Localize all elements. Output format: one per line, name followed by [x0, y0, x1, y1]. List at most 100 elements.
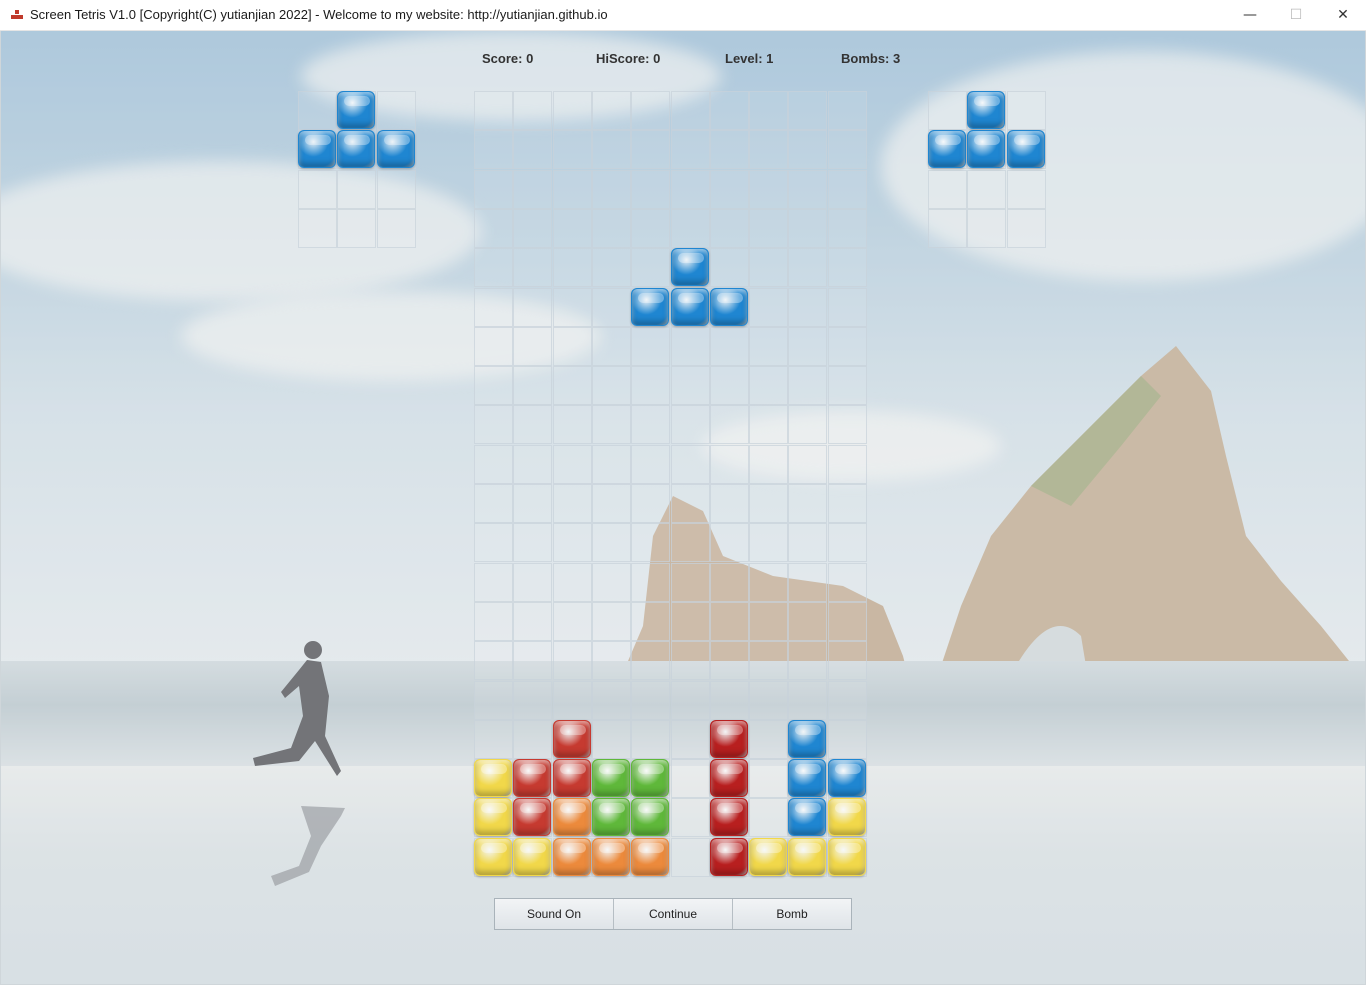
grid-cell — [513, 91, 553, 130]
grid-cell — [709, 405, 749, 445]
grid-cell — [670, 91, 710, 130]
grid-cell — [827, 601, 867, 641]
window-title: Screen Tetris V1.0 [Copyright(C) yutianj… — [30, 7, 608, 22]
grid-cell — [1006, 208, 1046, 248]
preview-block — [298, 130, 336, 169]
grid-cell — [552, 326, 592, 366]
grid-cell — [827, 562, 867, 602]
grid-cell — [631, 405, 671, 445]
grid-cell — [827, 444, 867, 484]
grid-cell — [670, 523, 710, 563]
grid-cell — [631, 326, 671, 366]
grid-cell — [376, 91, 416, 130]
grid-cell — [591, 444, 631, 484]
grid-cell — [513, 680, 553, 720]
close-button[interactable]: ✕ — [1320, 0, 1366, 30]
grid-cell — [474, 405, 513, 445]
bombs-label: Bombs: 3 — [841, 51, 901, 66]
grid-cell — [474, 366, 513, 406]
grid-cell — [552, 680, 592, 720]
grid-cell — [552, 444, 592, 484]
preview-block — [337, 130, 376, 169]
grid-cell — [552, 641, 592, 681]
grid-cell — [749, 562, 789, 602]
grid-cell — [709, 208, 749, 248]
preview-block — [967, 91, 1006, 129]
grid-cell — [631, 641, 671, 681]
tetris-app-icon — [11, 10, 23, 19]
grid-cell — [709, 484, 749, 523]
grid-cell — [827, 130, 867, 170]
preview-block — [376, 130, 415, 169]
grid-cell — [749, 719, 789, 759]
grid-cell — [591, 641, 631, 681]
minimize-button[interactable]: — — [1227, 0, 1273, 30]
grid-cell — [376, 169, 416, 209]
grid-cell — [749, 523, 789, 563]
grid-cell — [552, 562, 592, 602]
grid-cell — [670, 759, 710, 799]
grid-cell — [298, 169, 337, 209]
grid-cell — [513, 326, 553, 366]
settled-block — [591, 837, 630, 876]
grid-cell — [709, 680, 749, 720]
grid-cell — [591, 601, 631, 641]
grid-cell — [670, 601, 710, 641]
grid-cell — [474, 169, 513, 209]
grid-cell — [827, 719, 867, 759]
settled-block — [552, 719, 591, 758]
grid-cell — [709, 444, 749, 484]
grid-cell — [788, 680, 828, 720]
settled-block — [591, 798, 630, 837]
grid-cell — [749, 208, 789, 248]
grid-cell — [749, 91, 789, 130]
sound-toggle-button[interactable]: Sound On — [495, 899, 614, 929]
grid-cell — [513, 719, 553, 759]
grid-cell — [591, 169, 631, 209]
grid-cell — [670, 444, 710, 484]
settled-block — [474, 798, 512, 837]
bomb-button[interactable]: Bomb — [733, 899, 851, 929]
grid-cell — [788, 208, 828, 248]
grid-cell — [552, 91, 592, 130]
grid-cell — [788, 405, 828, 445]
grid-cell — [670, 837, 710, 877]
grid-cell — [749, 601, 789, 641]
grid-cell — [788, 169, 828, 209]
grid-cell — [709, 91, 749, 130]
grid-cell — [513, 405, 553, 445]
grid-cell — [513, 169, 553, 209]
settled-block — [513, 837, 552, 876]
settled-block — [552, 837, 591, 876]
falling-block — [670, 287, 709, 326]
grid-cell — [513, 444, 553, 484]
grid-cell — [513, 562, 553, 602]
level-label: Level: 1 — [725, 51, 774, 66]
control-buttons: Sound On Continue Bomb — [494, 898, 852, 930]
grid-cell — [827, 169, 867, 209]
grid-cell — [474, 562, 513, 602]
grid-cell — [749, 484, 789, 523]
preview-block — [928, 130, 966, 169]
grid-cell — [709, 523, 749, 563]
grid-cell — [670, 366, 710, 406]
grid-cell — [513, 248, 553, 288]
grid-cell — [670, 484, 710, 523]
grid-cell — [749, 444, 789, 484]
continue-button[interactable]: Continue — [614, 899, 733, 929]
grid-cell — [552, 523, 592, 563]
grid-cell — [631, 484, 671, 523]
grid-cell — [474, 91, 513, 130]
grid-cell — [552, 484, 592, 523]
grid-cell — [670, 169, 710, 209]
grid-cell — [928, 91, 967, 130]
settled-block — [709, 719, 748, 758]
maximize-button[interactable]: ☐ — [1273, 0, 1319, 30]
grid-cell — [670, 641, 710, 681]
grid-cell — [749, 680, 789, 720]
grid-cell — [827, 523, 867, 563]
settled-block — [474, 759, 512, 798]
grid-cell — [513, 641, 553, 681]
settled-block — [709, 837, 748, 876]
settled-block — [552, 759, 591, 798]
